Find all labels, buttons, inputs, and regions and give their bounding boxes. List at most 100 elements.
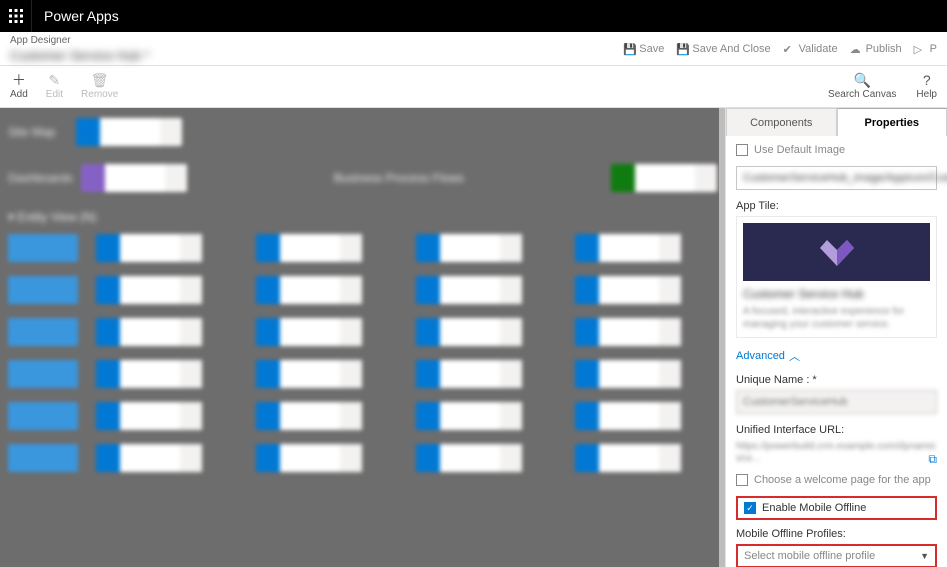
play-icon: ▷ [914, 43, 926, 55]
mobile-offline-profile-select[interactable]: Select mobile offline profile ▼ [736, 544, 937, 567]
enable-offline-row: Enable Mobile Offline [736, 496, 937, 520]
app-tile-title: Customer Service Hub [743, 287, 930, 301]
canvas-field[interactable] [611, 164, 717, 192]
canvas-section-label: Dashboards [8, 171, 73, 185]
canvas-field[interactable] [575, 444, 717, 472]
heart-icon [814, 234, 860, 270]
entity-grid [8, 234, 717, 472]
main-area: Site Map Dashboards Business Process Flo… [0, 108, 947, 567]
unique-name-input[interactable]: CustomerServiceHub [736, 390, 937, 414]
publish-button[interactable]: ☁ Publish [850, 43, 902, 55]
entity-chip[interactable] [8, 360, 78, 388]
chevron-down-icon: ▼ [920, 551, 929, 561]
add-button[interactable]: ＋ Add [10, 73, 28, 100]
design-canvas[interactable]: Site Map Dashboards Business Process Flo… [0, 108, 725, 567]
checkbox-icon [736, 474, 748, 486]
canvas-field[interactable] [96, 360, 238, 388]
use-default-image-label: Use Default Image [754, 144, 845, 156]
canvas-field[interactable] [256, 444, 398, 472]
app-title: Customer Service Hub * [10, 48, 149, 63]
validate-label: Validate [799, 43, 838, 55]
canvas-field[interactable] [416, 318, 558, 346]
canvas-field[interactable] [575, 276, 717, 304]
tab-properties[interactable]: Properties [837, 108, 947, 136]
publish-label: Publish [866, 43, 902, 55]
tab-components[interactable]: Components [726, 108, 837, 136]
app-launcher-button[interactable] [0, 0, 32, 32]
canvas-section-label: Site Map [8, 125, 68, 139]
canvas-field[interactable] [575, 234, 717, 262]
brand-label: Power Apps [32, 8, 131, 24]
canvas-field[interactable] [96, 234, 238, 262]
canvas-field[interactable] [256, 234, 398, 262]
designer-label: App Designer [10, 35, 149, 46]
save-button[interactable]: 💾Save [623, 43, 664, 55]
entity-chip[interactable] [8, 234, 78, 262]
copy-icon[interactable]: ⧉ [928, 452, 937, 467]
canvas-field[interactable] [76, 118, 182, 146]
trash-icon: 🗑 [91, 73, 109, 87]
profiles-placeholder: Select mobile offline profile [744, 550, 875, 562]
app-tile-image [743, 223, 930, 281]
checkbox-checked-icon [744, 502, 756, 514]
canvas-field[interactable] [416, 444, 558, 472]
waffle-icon [9, 9, 23, 23]
edit-button: ✎ Edit [46, 73, 63, 100]
advanced-label: Advanced [736, 350, 785, 362]
remove-button: 🗑Remove [81, 73, 118, 100]
play-button[interactable]: ▷P [914, 43, 937, 55]
play-label: P [930, 43, 937, 55]
enable-offline-checkbox[interactable]: Enable Mobile Offline [744, 502, 929, 514]
canvas-field[interactable] [256, 318, 398, 346]
canvas-field[interactable] [416, 360, 558, 388]
entity-chip[interactable] [8, 318, 78, 346]
canvas-field[interactable] [256, 402, 398, 430]
publish-icon: ☁ [850, 43, 862, 55]
save-label: Save [639, 43, 664, 55]
validate-button[interactable]: ✔ Validate [783, 43, 838, 55]
canvas-field[interactable] [81, 164, 187, 192]
welcome-page-checkbox[interactable]: Choose a welcome page for the app [736, 474, 937, 486]
entity-chip[interactable] [8, 276, 78, 304]
image-select[interactable]: CustomerServiceHub_image/AppIcon/Custome… [736, 166, 937, 190]
canvas-field[interactable] [256, 276, 398, 304]
edit-label: Edit [46, 89, 63, 100]
entity-chip[interactable] [8, 444, 78, 472]
canvas-field[interactable] [575, 360, 717, 388]
canvas-field[interactable] [96, 444, 238, 472]
top-bar: Power Apps [0, 0, 947, 32]
canvas-field[interactable] [416, 276, 558, 304]
help-label: Help [916, 89, 937, 100]
canvas-field[interactable] [256, 360, 398, 388]
search-icon: 🔍 [854, 73, 871, 87]
canvas-field[interactable] [96, 402, 238, 430]
canvas-field[interactable] [575, 402, 717, 430]
image-select-value: CustomerServiceHub_image/AppIcon/Custome… [743, 172, 947, 184]
canvas-field[interactable] [96, 276, 238, 304]
canvas-field[interactable] [416, 402, 558, 430]
unique-name-label: Unique Name : * [736, 374, 937, 386]
pencil-icon: ✎ [49, 73, 61, 87]
url-value: https://powerbuild.crm.example.com/dynam… [736, 441, 936, 464]
canvas-field[interactable] [575, 318, 717, 346]
entity-chip[interactable] [8, 402, 78, 430]
save-close-icon: 💾 [676, 43, 688, 55]
advanced-toggle[interactable]: Advanced ︿ [736, 348, 937, 364]
plus-icon: ＋ [12, 73, 26, 87]
validate-icon: ✔ [783, 43, 795, 55]
add-label: Add [10, 89, 28, 100]
search-canvas-button[interactable]: 🔍 Search Canvas [828, 73, 896, 100]
canvas-field[interactable] [96, 318, 238, 346]
toolbar: ＋ Add ✎ Edit 🗑Remove 🔍 Search Canvas ? Help [0, 66, 947, 108]
save-close-button[interactable]: 💾 Save And Close [676, 43, 770, 55]
welcome-page-label: Choose a welcome page for the app [754, 474, 931, 486]
help-icon: ? [923, 73, 931, 87]
entity-view-header: ▾ Entity View (N) [8, 210, 717, 224]
chevron-up-icon: ︿ [789, 348, 800, 364]
use-default-image-checkbox[interactable]: Use Default Image [736, 144, 937, 156]
checkbox-icon [736, 144, 748, 156]
canvas-field[interactable] [416, 234, 558, 262]
save-close-label: Save And Close [692, 43, 770, 55]
help-button[interactable]: ? Help [916, 73, 937, 100]
search-label: Search Canvas [828, 89, 896, 100]
